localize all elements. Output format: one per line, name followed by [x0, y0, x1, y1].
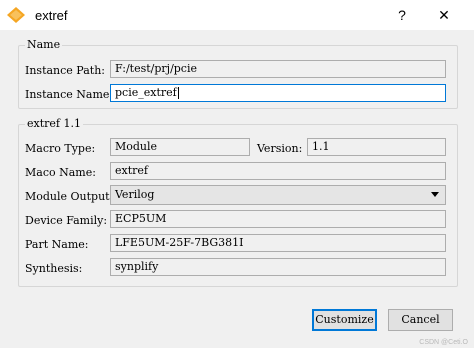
maco-name-label: Maco Name: [25, 166, 96, 179]
module-output-value: Verilog [115, 188, 155, 201]
window-title: extref [35, 8, 68, 23]
maco-name-field: extref [110, 162, 446, 180]
synthesis-field: synplify [110, 258, 446, 276]
macro-type-field: Module [110, 138, 250, 156]
synthesis-label: Synthesis: [25, 262, 83, 275]
watermark: CSDN @Ceti.O [419, 339, 468, 346]
version-field: 1.1 [307, 138, 446, 156]
part-name-label: Part Name: [25, 238, 89, 251]
instance-name-label: Instance Name: [25, 88, 114, 101]
module-output-dropdown[interactable]: Verilog [110, 185, 446, 205]
device-family-field: ECP5UM [110, 210, 446, 228]
customize-button[interactable]: Customize [312, 309, 377, 331]
title-bar: extref ? ✕ [0, 0, 474, 30]
instance-name-input[interactable]: pcie_extref [110, 84, 446, 102]
macro-type-label: Macro Type: [25, 142, 96, 155]
app-icon [7, 7, 25, 23]
cancel-button[interactable]: Cancel [388, 309, 453, 331]
name-group-title: Name [25, 38, 63, 51]
chevron-down-icon [431, 192, 439, 197]
version-label: Version: [257, 142, 303, 155]
instance-path-label: Instance Path: [25, 64, 105, 77]
instance-path-field: F:/test/prj/pcie [110, 60, 446, 78]
device-family-label: Device Family: [25, 214, 108, 227]
close-button[interactable]: ✕ [432, 4, 456, 26]
instance-name-value: pcie_extref [115, 86, 177, 99]
part-name-field: LFE5UM-25F-7BG381I [110, 234, 446, 252]
text-cursor [177, 87, 179, 99]
help-button[interactable]: ? [390, 4, 414, 26]
extref-group-title: extref 1.1 [25, 117, 83, 130]
module-output-label: Module Output: [25, 190, 114, 203]
